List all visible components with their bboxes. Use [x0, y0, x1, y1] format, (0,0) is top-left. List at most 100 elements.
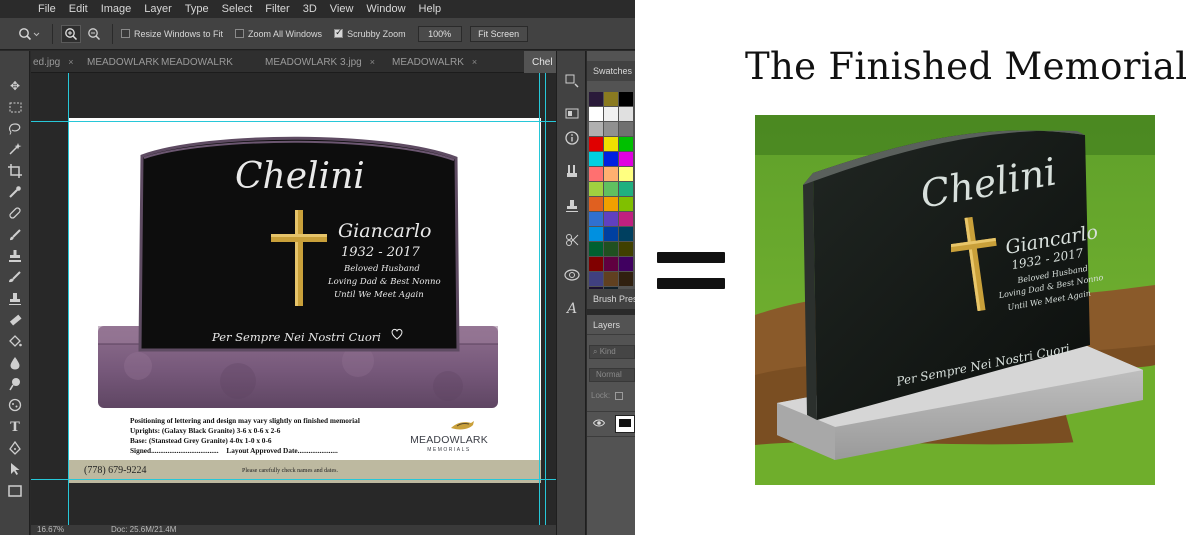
swatch[interactable] — [604, 272, 618, 286]
pen-icon[interactable] — [5, 439, 25, 457]
swatches-panel-header[interactable]: Swatches — [587, 61, 635, 81]
sponge-icon[interactable] — [5, 396, 25, 414]
history-panel-icon[interactable] — [562, 71, 582, 91]
glyphs-icon[interactable]: A — [562, 299, 582, 319]
swatch[interactable] — [589, 257, 603, 271]
tab-document-2[interactable]: MEADOWLARK — [87, 51, 159, 73]
path-select-icon[interactable] — [5, 460, 25, 478]
tab-document-5[interactable]: MEADOWALRK × — [392, 51, 477, 73]
rectangle-icon[interactable] — [5, 482, 25, 500]
swatch[interactable] — [619, 242, 633, 256]
stamp-icon[interactable] — [5, 290, 25, 308]
type-icon[interactable]: T — [5, 418, 25, 436]
menu-image[interactable]: Image — [101, 3, 132, 15]
tool-presets-icon[interactable] — [562, 230, 582, 250]
swatch[interactable] — [589, 212, 603, 226]
healing-brush-icon[interactable] — [5, 204, 25, 222]
swatch[interactable] — [619, 107, 633, 121]
swatch[interactable] — [589, 227, 603, 241]
menu-type[interactable]: Type — [185, 3, 209, 15]
photoshop-app-icon[interactable] — [6, 2, 28, 16]
swatch[interactable] — [619, 167, 633, 181]
swatch[interactable] — [604, 92, 618, 106]
swatch[interactable] — [589, 137, 603, 151]
tab-document-3[interactable]: MEADOWALRK — [161, 51, 233, 73]
zoom-percent-field[interactable]: 100% — [417, 25, 462, 42]
swatch[interactable] — [589, 107, 603, 121]
swatch[interactable] — [619, 152, 633, 166]
crop-icon[interactable] — [5, 162, 25, 180]
eyedropper-icon[interactable] — [5, 183, 25, 201]
swatch[interactable] — [589, 92, 603, 106]
scrubby-zoom-checkbox[interactable]: Scrubby Zoom — [334, 27, 406, 39]
canvas-area[interactable]: Chelini Giancarlo 1932 - 2017 Beloved Hu… — [31, 73, 556, 525]
swatch[interactable] — [604, 212, 618, 226]
brush-presets-panel-header[interactable]: Brush Pres — [587, 289, 635, 309]
swatch[interactable] — [604, 152, 618, 166]
menu-select[interactable]: Select — [222, 3, 253, 15]
swatch[interactable] — [619, 122, 633, 136]
swatch[interactable] — [589, 167, 603, 181]
menu-file[interactable]: File — [38, 3, 56, 15]
swatch[interactable] — [604, 167, 618, 181]
libraries-icon[interactable] — [562, 265, 582, 285]
blend-mode-select[interactable]: Normal — [589, 368, 635, 382]
checkbox-box[interactable] — [121, 29, 130, 38]
clone-source-icon[interactable] — [562, 196, 582, 216]
swatch[interactable] — [604, 122, 618, 136]
guide-vertical[interactable] — [68, 73, 69, 525]
swatch[interactable] — [604, 227, 618, 241]
swatch[interactable] — [604, 242, 618, 256]
magic-wand-icon[interactable] — [5, 140, 25, 158]
brush-icon[interactable] — [5, 226, 25, 244]
lasso-icon[interactable] — [5, 119, 25, 137]
menu-3d[interactable]: 3D — [303, 3, 317, 15]
swatch[interactable] — [619, 92, 633, 106]
menu-help[interactable]: Help — [419, 3, 442, 15]
zoom-out-button[interactable] — [84, 25, 104, 43]
info-icon[interactable] — [562, 128, 582, 148]
eraser-icon[interactable] — [5, 311, 25, 329]
marquee-icon[interactable] — [5, 98, 25, 116]
clone-stamp-icon[interactable] — [5, 247, 25, 265]
zoom-tool-preset[interactable] — [14, 25, 44, 43]
close-icon[interactable]: × — [68, 57, 73, 67]
resize-windows-checkbox[interactable]: Resize Windows to Fit — [121, 29, 223, 39]
swatch[interactable] — [619, 137, 633, 151]
swatch[interactable] — [589, 152, 603, 166]
swatch[interactable] — [589, 182, 603, 196]
close-icon[interactable]: × — [370, 57, 375, 67]
menu-edit[interactable]: Edit — [69, 3, 88, 15]
brushes-panel-icon[interactable] — [562, 161, 582, 181]
swatch[interactable] — [589, 122, 603, 136]
swatch[interactable] — [619, 182, 633, 196]
swatch[interactable] — [604, 182, 618, 196]
close-icon[interactable]: × — [472, 57, 477, 67]
swatch[interactable] — [619, 272, 633, 286]
menu-layer[interactable]: Layer — [144, 3, 172, 15]
swatch[interactable] — [604, 137, 618, 151]
tab-document-4[interactable]: MEADOWLARK 3.jpg × — [265, 51, 375, 73]
swatch[interactable] — [619, 227, 633, 241]
menu-view[interactable]: View — [330, 3, 354, 15]
layer-row[interactable] — [587, 411, 635, 437]
history-brush-icon[interactable] — [5, 268, 25, 286]
zoom-level[interactable]: 16.67% — [37, 525, 64, 534]
swatch[interactable] — [619, 212, 633, 226]
guide-horizontal[interactable] — [31, 121, 556, 122]
guide-vertical[interactable] — [545, 73, 546, 525]
move-icon[interactable]: ✥ — [5, 77, 25, 95]
lock-transparency-icon[interactable] — [615, 391, 624, 400]
layers-panel-header[interactable]: Layers — [587, 315, 635, 335]
zoom-all-windows-checkbox[interactable]: Zoom All Windows — [235, 29, 322, 39]
swatch[interactable] — [604, 197, 618, 211]
swatch[interactable] — [589, 272, 603, 286]
paint-bucket-icon[interactable] — [5, 332, 25, 350]
checkbox-box[interactable] — [235, 29, 245, 38]
fit-screen-button[interactable]: Fit Screen — [469, 25, 528, 42]
menu-filter[interactable]: Filter — [265, 3, 289, 15]
visibility-eye-icon[interactable] — [592, 418, 606, 430]
properties-panel-icon[interactable] — [562, 103, 582, 123]
zoom-in-button[interactable] — [61, 24, 81, 43]
guide-vertical[interactable] — [539, 73, 540, 525]
